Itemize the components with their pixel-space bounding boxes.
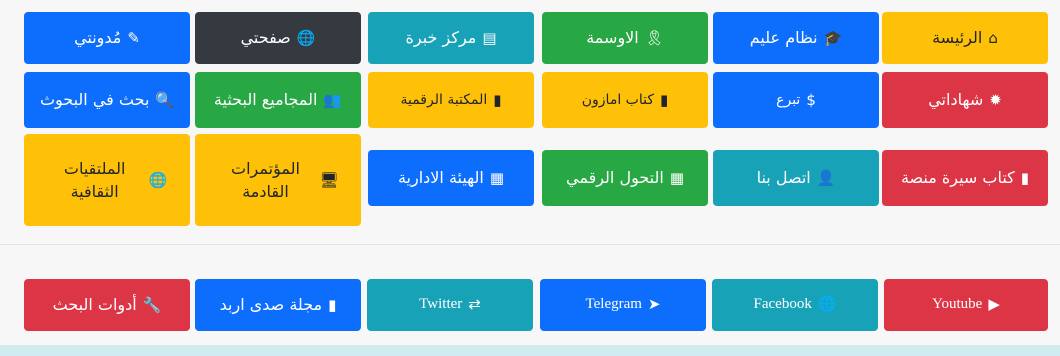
nav-digital-transformation-label: التحول الرقمي [565,168,664,188]
telegram-label: Telegram [585,296,642,313]
ribbon-icon: 🎗 [644,28,664,47]
nav-platform-biography-book-button[interactable]: ▮ كتاب سيرة منصة [882,150,1048,206]
nav-digital-transformation-button[interactable]: ▦ التحول الرقمي [542,150,708,206]
research-tools-button[interactable]: 🔧 أدوات البحث [24,279,190,331]
info-alert-strip [0,345,1060,356]
nav-my-page-label: صفحتي [240,28,291,48]
blog-icon: ✎ [127,28,140,47]
sada-irbid-journal-button[interactable]: ▮ مجلة صدى اربد [195,279,361,331]
desktop-icon: 🖥 [319,170,339,189]
book-icon: ▮ [1020,168,1030,187]
nav-home-button[interactable]: ⌂ الرئيسة [882,12,1048,64]
research-tools-label: أدوات البحث [52,295,137,315]
telegram-link-button[interactable]: ➤ Telegram [540,279,706,331]
globe-icon: 🌐 [817,296,837,313]
paper-plane-icon: ➤ [647,296,661,313]
nav-my-blog-label: مُدونتي [74,28,122,48]
nav-search-research-label: بحث في البحوث [39,90,150,110]
globe-icon: 🌐 [148,170,168,189]
graduation-cap-icon: 🎓 [823,28,843,47]
donate-icon: $ [806,90,816,109]
nav-platform-biography-book-label: كتاب سيرة منصة [900,168,1015,188]
book-icon: ▮ [328,295,337,314]
nav-donate-label: تبرع [776,91,801,108]
globe-icon: 🌐 [296,28,316,47]
nav-aleem-system-label: نظام عليم [749,28,818,48]
retweet-icon: ⇄ [468,296,481,313]
twitter-label: Twitter [419,296,463,313]
nav-my-certificates-button[interactable]: ✹ شهاداتي [882,72,1048,128]
list-icon: ▤ [482,28,497,47]
nav-administrative-board-label: الهيئة الادارية [397,168,484,188]
nav-cultural-forums-button[interactable]: 🌐 الملتقيات الثقافية [24,134,190,226]
nav-amazon-book-label: كتاب امازون [581,91,654,108]
user-icon: 👤 [816,168,836,187]
nav-search-research-button[interactable]: 🔍 بحث في البحوث [24,72,190,128]
nav-home-label: الرئيسة [932,28,983,48]
home-icon: ⌂ [988,28,998,47]
nav-contact-us-button[interactable]: 👤 اتصل بنا [713,150,879,206]
nav-digital-library-button[interactable]: ▮ المكتبة الرقمية [368,72,534,128]
nav-donate-button[interactable]: $ تبرع [713,72,879,128]
facebook-label: Facebook [753,296,812,313]
nav-amazon-book-button[interactable]: ▮ كتاب امازون [542,72,708,128]
sada-irbid-journal-label: مجلة صدى اربد [219,295,323,315]
youtube-label: Youtube [932,296,983,313]
section-divider [0,244,1060,245]
nav-my-page-button[interactable]: 🌐 صفحتي [195,12,361,64]
users-icon: 👥 [323,90,343,109]
microchip-icon: ▦ [669,168,685,187]
nav-upcoming-conferences-button[interactable]: 🖥 المؤتمرات القادمة [195,134,361,226]
book-icon: ▮ [493,90,502,109]
wrench-icon: 🔧 [142,295,162,314]
facebook-link-button[interactable]: 🌐 Facebook [712,279,878,331]
nav-digital-library-label: المكتبة الرقمية [400,91,488,108]
certificate-icon: ✹ [989,90,1002,109]
youtube-icon: ▶ [988,296,1000,313]
microchip-icon: ▦ [489,168,505,187]
nav-contact-us-label: اتصل بنا [756,168,811,188]
nav-aleem-system-button[interactable]: 🎓 نظام عليم [713,12,879,64]
nav-medals-label: الاوسمة [586,28,639,48]
nav-research-groups-label: المجاميع البحثية [213,90,318,110]
search-icon: 🔍 [155,90,175,109]
nav-expertise-center-label: مركز خبرة [405,28,477,48]
nav-administrative-board-button[interactable]: ▦ الهيئة الادارية [368,150,534,206]
youtube-link-button[interactable]: ▶ Youtube [884,279,1048,331]
twitter-link-button[interactable]: ⇄ Twitter [367,279,533,331]
nav-research-groups-button[interactable]: 👥 المجاميع البحثية [195,72,361,128]
nav-medals-button[interactable]: 🎗 الاوسمة [542,12,708,64]
book-icon: ▮ [660,90,669,109]
nav-my-blog-button[interactable]: ✎ مُدونتي [24,12,190,64]
nav-cultural-forums-label: الملتقيات الثقافية [63,158,126,201]
nav-expertise-center-button[interactable]: ▤ مركز خبرة [368,12,534,64]
nav-upcoming-conferences-label: المؤتمرات القادمة [231,158,300,201]
nav-my-certificates-label: شهاداتي [928,90,984,110]
